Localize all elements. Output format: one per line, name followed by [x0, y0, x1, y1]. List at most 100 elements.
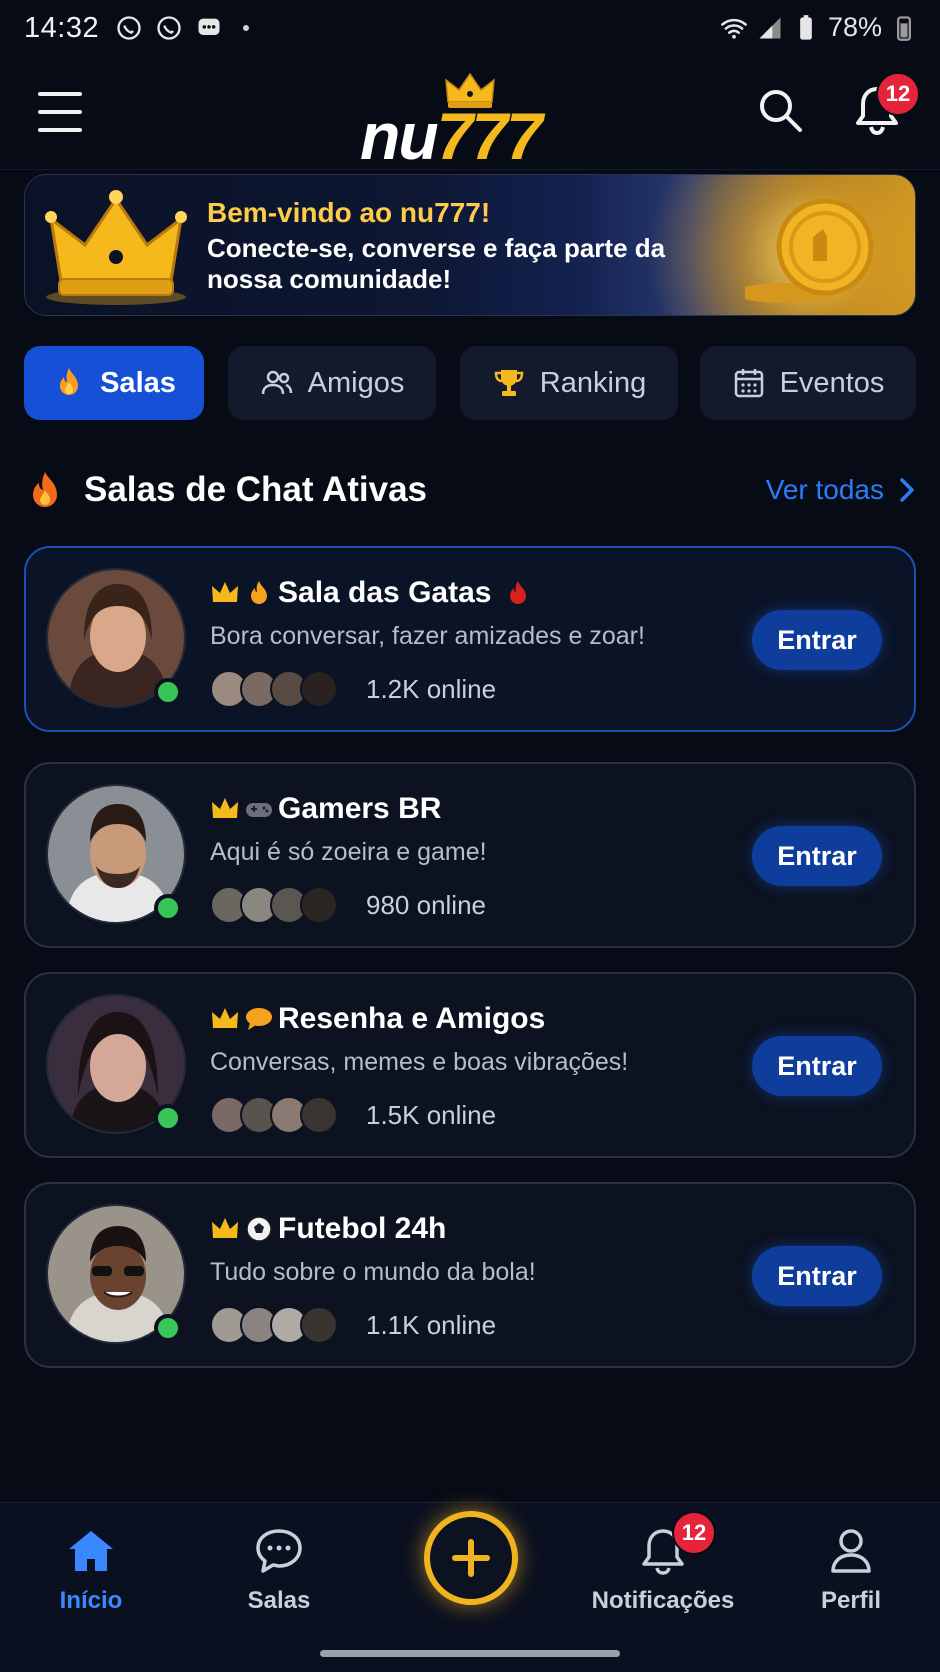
- menu-button[interactable]: [38, 92, 82, 132]
- enter-room-button[interactable]: Entrar: [752, 610, 882, 670]
- member-avatar: [300, 1096, 338, 1134]
- fire-icon: [33, 472, 57, 507]
- whatsapp-icon: [157, 16, 181, 40]
- status-time: 14:32: [24, 11, 100, 44]
- trophy-icon: [494, 370, 524, 396]
- battery-percentage: 78%: [827, 12, 882, 42]
- fire-icon: [60, 368, 79, 395]
- home-icon: [69, 1531, 113, 1571]
- online-count: 1.5K online: [366, 1099, 497, 1130]
- crown-icon: [212, 798, 238, 818]
- online-indicator: [154, 1104, 182, 1132]
- nav-label: Salas: [247, 1587, 311, 1614]
- banner-title: Bem-vindo ao nu777!: [207, 197, 491, 228]
- member-avatar: [300, 670, 338, 708]
- online-count: 1.1K online: [366, 1309, 497, 1340]
- welcome-banner[interactable]: Bem-vindo ao nu777! Conecte-se, converse…: [24, 174, 916, 316]
- app-header: nu777 12: [0, 56, 940, 173]
- app-logo[interactable]: nu777: [358, 72, 588, 173]
- user-icon: [831, 1529, 871, 1573]
- see-all-label: Ver todas: [765, 474, 884, 505]
- room-description: Conversas, memes e boas vibrações!: [210, 1048, 629, 1076]
- gold-coin-icon: [745, 198, 874, 303]
- room-members: 980 online: [210, 886, 486, 924]
- logo-text: nu777: [360, 98, 543, 174]
- room-name: Sala das Gatas: [210, 576, 533, 610]
- member-avatar: [300, 1306, 338, 1344]
- message-icon: [198, 18, 220, 35]
- online-count: 1.2K online: [366, 673, 497, 704]
- room-name-label: Futebol 24h: [278, 1212, 447, 1245]
- room-name: Futebol 24h: [210, 1212, 446, 1246]
- tab-label: Eventos: [779, 366, 885, 399]
- wifi-icon: [721, 18, 747, 39]
- signal-icon: [759, 17, 781, 38]
- room-card[interactable]: Gamers BR Aqui é só zoeira e game! 980 o…: [24, 762, 916, 948]
- online-indicator: [154, 894, 182, 922]
- crown-icon: [45, 190, 187, 305]
- users-icon: [261, 370, 292, 395]
- status-bar: 14:32 78%: [0, 0, 940, 56]
- tab-label: Amigos: [307, 366, 405, 399]
- tab-amigos[interactable]: Amigos: [228, 346, 436, 420]
- more-notifications-dot: [243, 25, 250, 31]
- nav-label: Início: [59, 1587, 123, 1614]
- category-tabs: Salas Amigos Ranking Eventos: [24, 346, 916, 420]
- notification-badge: 12: [672, 1511, 716, 1555]
- menu-icon-line: [38, 128, 82, 132]
- room-card[interactable]: Resenha e Amigos Conversas, memes e boas…: [24, 972, 916, 1158]
- section-title: Salas de Chat Ativas: [84, 470, 428, 509]
- see-all-link[interactable]: Ver todas: [766, 474, 916, 506]
- chevron-right-icon: [900, 478, 914, 502]
- bottom-navigation: Início Salas Notificações 12 Perfil: [0, 1502, 940, 1672]
- speech-bubble-icon: [246, 1008, 272, 1030]
- gamepad-icon: [246, 803, 272, 817]
- nav-label: Notificações: [591, 1587, 735, 1614]
- online-indicator: [154, 1314, 182, 1342]
- room-description: Bora conversar, fazer amizades e zoar!: [210, 622, 645, 650]
- nav-inicio[interactable]: Início: [16, 1525, 166, 1615]
- tab-eventos[interactable]: Eventos: [700, 346, 916, 420]
- menu-icon-line: [38, 110, 82, 114]
- nav-notificacoes[interactable]: Notificações: [588, 1525, 738, 1615]
- enter-room-button[interactable]: Entrar: [752, 1246, 882, 1306]
- soccer-ball-icon: [246, 1216, 272, 1242]
- banner-subtitle: Conecte-se, converse e faça parte da nos…: [207, 233, 666, 294]
- tab-label: Ranking: [539, 366, 647, 399]
- tab-label: Salas: [100, 366, 176, 399]
- calendar-icon: [734, 369, 763, 398]
- tab-salas[interactable]: Salas: [24, 346, 204, 420]
- enter-room-button[interactable]: Entrar: [752, 826, 882, 886]
- battery-icon: [800, 14, 812, 40]
- room-members: 1.5K online: [210, 1096, 496, 1134]
- notification-badge: 12: [876, 72, 920, 116]
- status-system-icons: 78%: [720, 12, 918, 43]
- logo-prefix: nu: [360, 99, 439, 173]
- menu-icon-line: [38, 92, 82, 96]
- chat-icon: [256, 1529, 302, 1573]
- room-name-label: Gamers BR: [278, 792, 442, 825]
- crown-icon: [212, 582, 238, 602]
- create-button[interactable]: [424, 1511, 518, 1605]
- member-avatar: [300, 886, 338, 924]
- room-card[interactable]: Futebol 24h Tudo sobre o mundo da bola! …: [24, 1182, 916, 1368]
- flame-icon: [510, 581, 527, 604]
- status-notification-icons: [115, 14, 250, 42]
- whatsapp-icon: [117, 16, 141, 40]
- room-name-label: Sala das Gatas: [278, 576, 492, 609]
- room-members: 1.1K online: [210, 1306, 496, 1344]
- battery-icon: [897, 15, 911, 41]
- nav-salas[interactable]: Salas: [204, 1525, 354, 1615]
- room-card[interactable]: Sala das Gatas Bora conversar, fazer ami…: [24, 546, 916, 732]
- enter-room-button[interactable]: Entrar: [752, 1036, 882, 1096]
- room-name: Gamers BR: [210, 792, 441, 826]
- room-description: Tudo sobre o mundo da bola!: [210, 1258, 536, 1286]
- tab-ranking[interactable]: Ranking: [460, 346, 678, 420]
- room-description: Aqui é só zoeira e game!: [210, 838, 487, 866]
- flame-icon: [251, 581, 267, 604]
- crown-icon: [212, 1008, 238, 1028]
- search-icon[interactable]: [756, 86, 804, 134]
- logo-suffix: 777: [436, 99, 543, 173]
- home-indicator[interactable]: [320, 1650, 620, 1657]
- nav-perfil[interactable]: Perfil: [776, 1525, 926, 1615]
